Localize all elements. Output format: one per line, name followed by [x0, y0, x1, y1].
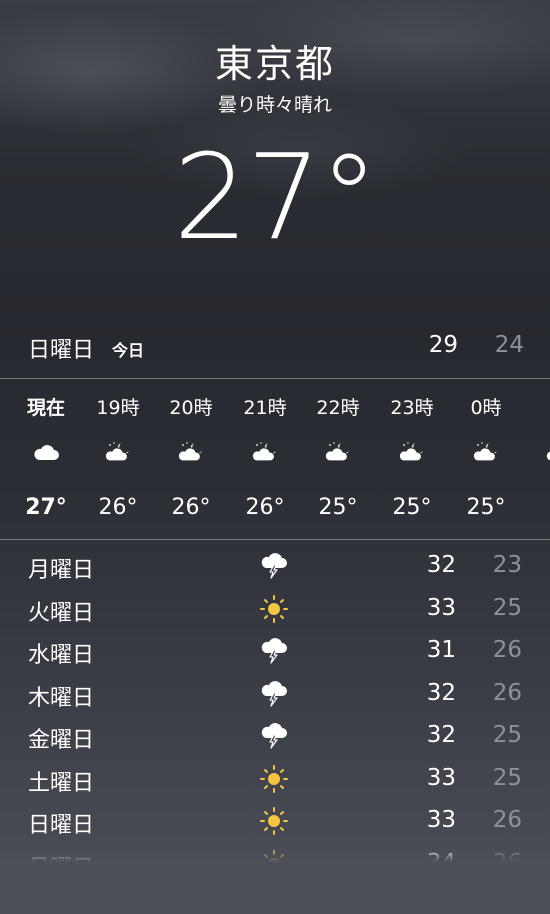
- daily-forecast-row: 土曜日 33 25: [0, 758, 550, 800]
- daily-day-name: 日曜日: [28, 813, 95, 838]
- daily-low: 25: [492, 722, 522, 748]
- daily-day-name: 木曜日: [28, 685, 95, 711]
- daily-high: 33: [426, 764, 456, 791]
- location-header: 東京都 曇り時々晴れ: [0, 38, 550, 118]
- hourly-time-label: 22時: [316, 397, 360, 419]
- partly-cloudy-night-icon: [545, 441, 550, 463]
- today-high: 29: [428, 332, 458, 358]
- daily-day-name: 土曜日: [28, 770, 95, 796]
- thunderstorm-icon: [259, 636, 289, 666]
- city-name: 東京都: [214, 42, 335, 86]
- hourly-time-label: 21時: [243, 397, 287, 419]
- hourly-temperature: 26°: [245, 495, 285, 520]
- hourly-time-label: 0時: [470, 397, 502, 419]
- cloud-icon: [32, 441, 60, 463]
- partly-cloudy-night-icon: [472, 441, 500, 463]
- daily-high: 32: [426, 679, 456, 706]
- daily-high: 32: [426, 722, 456, 748]
- partly-cloudy-night-icon: [104, 441, 132, 463]
- hourly-item: 21時 26°: [229, 379, 301, 539]
- daily-low: 26: [492, 679, 522, 706]
- hourly-temperature: 26°: [98, 495, 138, 520]
- daily-forecast-row: 日曜日 33 26: [0, 800, 550, 842]
- daily-high: 31: [426, 637, 456, 663]
- partly-cloudy-night-icon: [324, 441, 352, 463]
- hourly-temperature: 2: [523, 495, 550, 520]
- partly-cloudy-night-icon: [251, 441, 279, 463]
- hourly-item: 23時 25°: [376, 379, 448, 539]
- daily-forecast-row: 金曜日 32 25: [0, 715, 550, 757]
- bottom-fade: [0, 845, 550, 914]
- daily-high: 33: [426, 594, 456, 621]
- hourly-forecast-strip[interactable]: 現在 27° 19時 26° 20時 26° 21時 26° 22時 25° 23時 25° 0時 25°…: [0, 378, 550, 540]
- hourly-item: 現在 27°: [10, 379, 82, 539]
- hourly-temperature: 25°: [466, 495, 506, 520]
- weather-condition: 曇り時々晴れ: [217, 94, 332, 116]
- daily-low: 26: [492, 807, 522, 833]
- hourly-time-label: 19時: [96, 397, 140, 419]
- sun-icon: [259, 806, 289, 836]
- daily-day-name: 水曜日: [28, 643, 95, 668]
- sun-icon: [259, 764, 289, 794]
- hourly-temperature: 25°: [318, 495, 358, 520]
- daily-low: 26: [492, 637, 522, 663]
- hourly-item: 20時 26°: [155, 379, 227, 539]
- daily-low: 25: [492, 764, 522, 791]
- hourly-time-label: 23時: [390, 397, 434, 419]
- current-temperature: 27°: [173, 128, 378, 266]
- today-badge: 今日: [112, 341, 145, 360]
- today-day: 日曜日: [28, 338, 95, 363]
- thunderstorm-icon: [259, 679, 289, 709]
- partly-cloudy-night-icon: [177, 441, 205, 463]
- daily-day-name: 火曜日: [28, 600, 95, 626]
- sun-icon: [259, 594, 289, 624]
- daily-low: 23: [492, 552, 522, 578]
- hourly-time-label: 20時: [169, 397, 213, 419]
- hourly-item: 19時 26°: [82, 379, 154, 539]
- daily-high: 33: [426, 807, 456, 833]
- daily-high: 32: [426, 552, 456, 578]
- hourly-item: 12: [523, 379, 550, 539]
- daily-forecast-row: 木曜日 32 26: [0, 673, 550, 715]
- daily-forecast-row: 水曜日 31 26: [0, 630, 550, 672]
- hourly-item: 0時 25°: [450, 379, 522, 539]
- thunderstorm-icon: [259, 721, 289, 751]
- thunderstorm-icon: [259, 551, 289, 581]
- daily-day-name: 月曜日: [28, 558, 95, 583]
- hourly-time-label: 1: [523, 393, 550, 415]
- hourly-time-label: 現在: [26, 397, 65, 419]
- hourly-temperature: 27°: [25, 495, 67, 520]
- hourly-item: 22時 25°: [302, 379, 374, 539]
- today-summary-row: 日曜日 今日 29 24: [0, 326, 550, 370]
- hourly-temperature: 26°: [171, 495, 211, 520]
- today-low: 24: [494, 332, 524, 358]
- daily-low: 25: [492, 594, 522, 621]
- daily-forecast-row: 月曜日 32 23: [0, 545, 550, 587]
- hourly-temperature: 25°: [392, 495, 432, 520]
- daily-forecast-row: 火曜日 33 25: [0, 588, 550, 630]
- partly-cloudy-night-icon: [398, 441, 426, 463]
- daily-day-name: 金曜日: [28, 728, 95, 753]
